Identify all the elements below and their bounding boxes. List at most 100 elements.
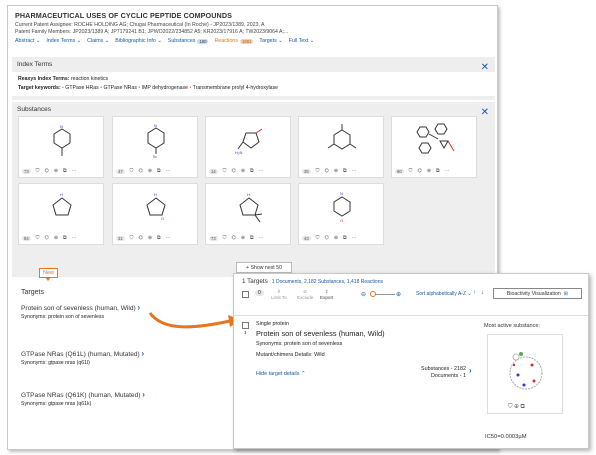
structure-search-icon[interactable]: ⌬	[417, 168, 421, 174]
target-item[interactable]: GTPase NRas (Q61L) (human, Mutated) › Sy…	[21, 349, 144, 366]
more-icon[interactable]: ···	[445, 168, 450, 174]
substance-card[interactable]: NO 43 ⛉ ⌬ ⊕ ⧉ ···	[298, 183, 384, 245]
structure-search-icon[interactable]: ⌬	[44, 168, 48, 174]
cart-icon[interactable]: ⛉	[316, 235, 320, 241]
exclude-button[interactable]: ⊘ Exclude	[297, 289, 313, 300]
substance-card[interactable]: HO 31 ⛉ ⌬ ⊕ ⧉ ···	[112, 183, 198, 245]
panel-links[interactable]: 1 Documents, 2,182 Substances, 1,418 Rea…	[272, 279, 383, 285]
target-item[interactable]: Protein son of sevenless (human, Wild) ›…	[21, 303, 140, 320]
structure-search-icon[interactable]: ⌬	[138, 168, 142, 174]
more-icon[interactable]: ···	[352, 235, 357, 241]
target-name[interactable]: Protein son of sevenless (human, Wild)	[256, 329, 385, 338]
cart-icon[interactable]: ⛉	[409, 168, 413, 174]
copy-icon[interactable]: ⧉	[343, 168, 347, 174]
zoom-icon[interactable]: ⊕	[241, 235, 245, 241]
target-name[interactable]: GTPase NRas (Q61K) (human, Mutated)	[21, 392, 140, 399]
more-icon[interactable]: ···	[259, 235, 264, 241]
copy-icon[interactable]: ⧉	[63, 168, 67, 174]
more-icon[interactable]: ···	[72, 168, 77, 174]
nav-bibliographic-info[interactable]: Bibliographic Info ⌄	[115, 38, 162, 44]
zoom-icon[interactable]: ⊕	[148, 235, 152, 241]
target-item[interactable]: GTPase NRas (Q61K) (human, Mutated) › Sy…	[21, 390, 145, 407]
copy-icon[interactable]: ⧉	[250, 235, 254, 241]
nav-full-text[interactable]: Full Text ⌄	[289, 38, 315, 44]
substance-card[interactable]: H 84 ⛉ ⌬ ⊕ ⧉ ···	[18, 183, 104, 245]
more-icon[interactable]: ···	[72, 235, 77, 241]
nav-abstract[interactable]: Abstract ⌄	[15, 38, 40, 44]
keyword[interactable]: GTPase NRas	[103, 85, 136, 91]
substance-card[interactable]: 90 ⛉ ⌬ ⊕ ⧉ ···	[391, 116, 477, 178]
substance-card[interactable]: N 73 ⛉ ⌬ ⊕ ⧉ ···	[18, 116, 104, 178]
chevron-right-icon[interactable]: ›	[469, 366, 472, 375]
copy-icon[interactable]: ⧉	[343, 235, 347, 241]
zoom-icon[interactable]: ⊕	[427, 168, 431, 174]
chevron-right-icon[interactable]: ›	[141, 349, 144, 358]
cart-icon[interactable]: ⛉	[223, 168, 227, 174]
cart-icon[interactable]: ⛉	[36, 168, 40, 174]
zoom-icon[interactable]: ⊕	[54, 235, 58, 241]
substance-card[interactable]: H₂N 14 ⛉ ⌬ ⊕ ⧉ ···	[205, 116, 291, 178]
nav-reactions[interactable]: Reactions 1691	[214, 38, 254, 44]
hide-target-details-link[interactable]: Hide target details ⌃	[256, 371, 305, 377]
bioactivity-visualization-button[interactable]: Bioactivity Visualization ⊞	[493, 288, 582, 299]
cart-icon[interactable]: ⛉	[130, 235, 134, 241]
cart-icon[interactable]: ⛉	[223, 235, 227, 241]
copy-icon[interactable]: ⧉	[436, 168, 440, 174]
show-next-button[interactable]: + Show next 50	[236, 262, 292, 273]
structure-search-icon[interactable]: ⌬	[44, 235, 48, 241]
target-name[interactable]: GTPase NRas (Q61L) (human, Mutated)	[21, 351, 140, 358]
copy-icon[interactable]: ⧉	[250, 168, 254, 174]
nav-substances[interactable]: Substances 180	[168, 38, 209, 44]
keyword[interactable]: Transmembrane prolyl 4-hydroxylase	[193, 85, 278, 91]
slider-handle[interactable]	[370, 291, 376, 297]
more-icon[interactable]: ···	[352, 168, 357, 174]
structure-search-icon[interactable]: ⌬	[231, 168, 235, 174]
structure-search-icon[interactable]: ⌬	[231, 235, 235, 241]
selected-count: 0	[255, 290, 264, 296]
sort-down-icon[interactable]: ↓	[481, 290, 484, 296]
close-icon[interactable]: ✕	[481, 108, 489, 118]
zoom-icon[interactable]: ⊕	[334, 235, 338, 241]
select-all-checkbox[interactable]	[242, 291, 249, 298]
more-icon[interactable]: ···	[166, 235, 171, 241]
nav-index-terms[interactable]: Index Terms ⌄	[46, 38, 81, 44]
documents-count[interactable]: Documents - 1	[418, 373, 466, 379]
cart-icon[interactable]: ⛉	[36, 235, 40, 241]
sort-dropdown[interactable]: Sort alphabetically A-Z ⌄	[416, 291, 472, 297]
structure-search-icon[interactable]: ⌬	[138, 235, 142, 241]
keyword[interactable]: GTPase HRas	[65, 85, 98, 91]
structure-search-icon[interactable]: ⌬	[324, 168, 328, 174]
row-checkbox[interactable]	[242, 322, 249, 329]
copy-icon[interactable]: ⧉	[157, 235, 161, 241]
export-button[interactable]: ⇪ Export	[320, 289, 333, 300]
copy-icon[interactable]: ⧉	[63, 235, 67, 241]
sort-up-icon[interactable]: ↑	[473, 290, 476, 296]
copy-icon[interactable]: ⧉	[157, 168, 161, 174]
substance-card[interactable]: N Br 47 ⛉ ⌬ ⊕ ⧉ ···	[112, 116, 198, 178]
zoom-icon[interactable]: ⊕	[334, 168, 338, 174]
substance-card[interactable]: 35 ⛉ ⌬ ⊕ ⧉ ···	[298, 116, 384, 178]
nav-claims[interactable]: Claims ⌄	[87, 38, 109, 44]
substances-count[interactable]: Substances - 2182	[418, 366, 466, 372]
zoom-in-icon[interactable]: ⊕	[396, 291, 401, 298]
nav-targets[interactable]: Targets ⌄	[259, 38, 282, 44]
more-icon[interactable]: ···	[259, 168, 264, 174]
substance-card[interactable]: H 73 ⛉ ⌬ ⊕ ⧉ ···	[205, 183, 291, 245]
cart-icon[interactable]: ⛉	[130, 168, 134, 174]
target-name[interactable]: Protein son of sevenless (human, Wild)	[21, 305, 136, 312]
cart-icon[interactable]: ⛉	[316, 168, 320, 174]
zoom-icon[interactable]: ⊕	[54, 168, 58, 174]
structure-search-icon[interactable]: ⌬	[324, 235, 328, 241]
keyword[interactable]: IMP dehydrogenase	[142, 85, 188, 91]
count-badge: 43	[302, 235, 311, 241]
most-active-card[interactable]: ⛉ ⊕ ⧉	[487, 334, 563, 414]
zoom-icon[interactable]: ⊕	[148, 168, 152, 174]
zoom-icon[interactable]: ⊕	[241, 168, 245, 174]
zoom-out-icon[interactable]: ⊖	[361, 291, 366, 298]
chevron-right-icon[interactable]: ›	[142, 390, 145, 399]
close-icon[interactable]: ✕	[481, 63, 489, 73]
more-icon[interactable]: ···	[166, 168, 171, 174]
document-header: PHARMACEUTICAL USES OF CYCLIC PEPTIDE CO…	[8, 6, 497, 56]
limit-to-button[interactable]: ⊻ Limit To	[271, 289, 287, 300]
chevron-right-icon[interactable]: ›	[137, 303, 140, 312]
